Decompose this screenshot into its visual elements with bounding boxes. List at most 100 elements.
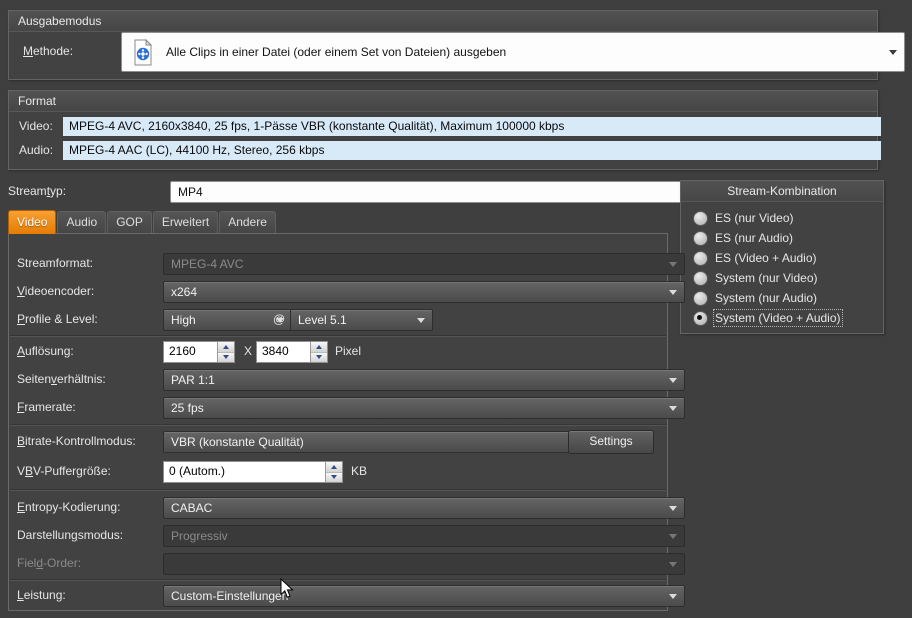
encoder-settings-window: Ausgabemodus Methode: Alle Clips in eine… [0,0,912,618]
encoder-label: Videoencoder: [17,284,95,298]
radio-icon [693,290,708,306]
format-group: Format Video: MPEG-4 AVC, 2160x3840, 25 … [8,90,881,170]
resolution-width-spinner [217,342,234,362]
bitrate-mode-value: VBR (konstante Qualität) [171,435,304,449]
radio-label: System (Video + Audio) [713,309,843,327]
format-video-label: Video: [19,119,53,133]
resolution-width-input[interactable]: 2160 [163,341,235,363]
performance-value: Custom-Einstellungen [171,589,289,603]
method-select[interactable]: Alle Clips in einer Datei (oder einem Se… [121,32,905,72]
display-mode-value: Progressiv [171,529,228,543]
streamformat-select: MPEG-4 AVC [163,253,685,275]
display-mode-label: Darstellungsmodus: [17,528,124,542]
radio-icon [693,230,708,246]
vbv-buffer-value: 0 (Autom.) [169,464,226,478]
spin-up-button[interactable] [311,342,327,353]
resolution-height-input[interactable]: 3840 [256,341,328,363]
radio-system-video[interactable]: System (nur Video) [693,269,818,287]
aspect-select[interactable]: PAR 1:1 [163,369,685,391]
profile-level-label: Profile & Level: [17,312,98,326]
spin-up-button[interactable] [326,462,342,473]
video-tab-panel: Streamformat: MPEG-4 AVC Videoencoder: x… [8,233,685,611]
separator [10,335,666,337]
resolution-label: Auflösung: [17,344,74,358]
spin-down-button[interactable] [326,472,342,482]
tab-andere[interactable]: Andere [219,211,276,233]
spin-down-icon [223,355,229,360]
radio-es-video[interactable]: ES (nur Video) [693,209,794,227]
spin-down-icon [316,355,322,360]
framerate-label: Framerate: [17,400,76,414]
framerate-value: 25 fps [171,401,204,415]
entropy-value: CABAC [171,501,213,515]
streamformat-label: Streamformat: [17,256,94,270]
level-select[interactable]: Level 5.1 [290,309,433,331]
at-symbol: @ [273,312,286,326]
method-label: Methode: [23,44,74,58]
framerate-select[interactable]: 25 fps [163,397,685,419]
bitrate-mode-label: Bitrate-Kontrollmodus: [17,434,136,448]
vbv-unit-label: KB [351,464,368,478]
resolution-height-spinner [310,342,327,362]
streamtype-label: Streamtyp: [8,184,67,198]
level-value: Level 5.1 [298,313,347,327]
spin-down-button[interactable] [218,352,234,362]
vbv-buffer-label: VBV-Puffergröße: [17,464,111,478]
format-video-summary: MPEG-4 AVC, 2160x3840, 25 fps, 1-Pässe V… [63,117,881,136]
radio-label: ES (nur Video) [715,211,794,225]
output-file-icon [132,38,154,66]
spin-up-icon [316,344,322,349]
resolution-height-value: 3840 [262,344,289,358]
radio-system-video-audio[interactable]: System (Video + Audio) [693,309,843,327]
spin-up-button[interactable] [218,342,234,353]
radio-es-video-audio[interactable]: ES (Video + Audio) [693,249,817,267]
output-mode-group: Ausgabemodus Methode: Alle Clips in eine… [8,10,905,80]
display-mode-select: Progressiv [163,525,685,547]
performance-label: Leistung: [17,588,66,602]
entropy-label: Entropy-Kodierung: [17,500,121,514]
tab-audio[interactable]: Audio [57,211,107,233]
aspect-value: PAR 1:1 [171,373,215,387]
settings-tabs: Video Audio GOP Erweitert Andere [8,210,277,234]
resolution-width-value: 2160 [169,344,196,358]
entropy-select[interactable]: CABAC [163,497,685,519]
performance-select[interactable]: Custom-Einstellungen [163,585,685,607]
encoder-value: x264 [171,285,198,299]
tab-video[interactable]: Video [8,210,57,234]
radio-icon [693,250,708,266]
bitrate-mode-select[interactable]: VBR (konstante Qualität) [163,431,592,453]
radio-label: ES (Video + Audio) [715,251,817,265]
settings-button[interactable]: Settings [568,430,654,454]
separator [10,579,666,581]
spin-down-button[interactable] [311,352,327,362]
radio-label: System (nur Audio) [715,291,818,305]
radio-icon [693,270,708,286]
spin-up-icon [331,464,337,469]
tab-gop[interactable]: GOP [107,211,152,233]
format-group-title: Format [9,91,877,112]
field-order-label: Field-Order: [17,556,82,570]
field-order-select [163,553,685,575]
vbv-buffer-input[interactable]: 0 (Autom.) [163,461,343,483]
radio-selected-icon [693,310,708,326]
vbv-buffer-spinner [325,462,342,482]
spin-down-icon [331,475,337,480]
streamtype-select[interactable]: MP4 [170,181,696,203]
radio-label: System (nur Video) [715,271,818,285]
streamformat-value: MPEG-4 AVC [171,257,244,271]
format-audio-label: Audio: [19,143,54,157]
resolution-unit-label: Pixel [335,344,362,358]
format-audio-summary: MPEG-4 AAC (LC), 44100 Hz, Stereo, 256 k… [63,141,881,160]
tab-erweitert[interactable]: Erweitert [152,211,219,233]
spin-up-icon [223,344,229,349]
stream-combination-title: Stream-Kombination [681,181,883,202]
stream-combination-group: Stream-Kombination ES (nur Video) ES (nu… [680,180,884,334]
aspect-label: Seitenverhältnis: [17,372,106,386]
resolution-separator-label: X [244,344,253,358]
profile-value: High [171,313,196,327]
method-value: Alle Clips in einer Datei (oder einem Se… [166,45,507,59]
separator [10,424,666,426]
radio-system-audio[interactable]: System (nur Audio) [693,289,817,307]
encoder-select[interactable]: x264 [163,281,685,303]
radio-es-audio[interactable]: ES (nur Audio) [693,229,793,247]
